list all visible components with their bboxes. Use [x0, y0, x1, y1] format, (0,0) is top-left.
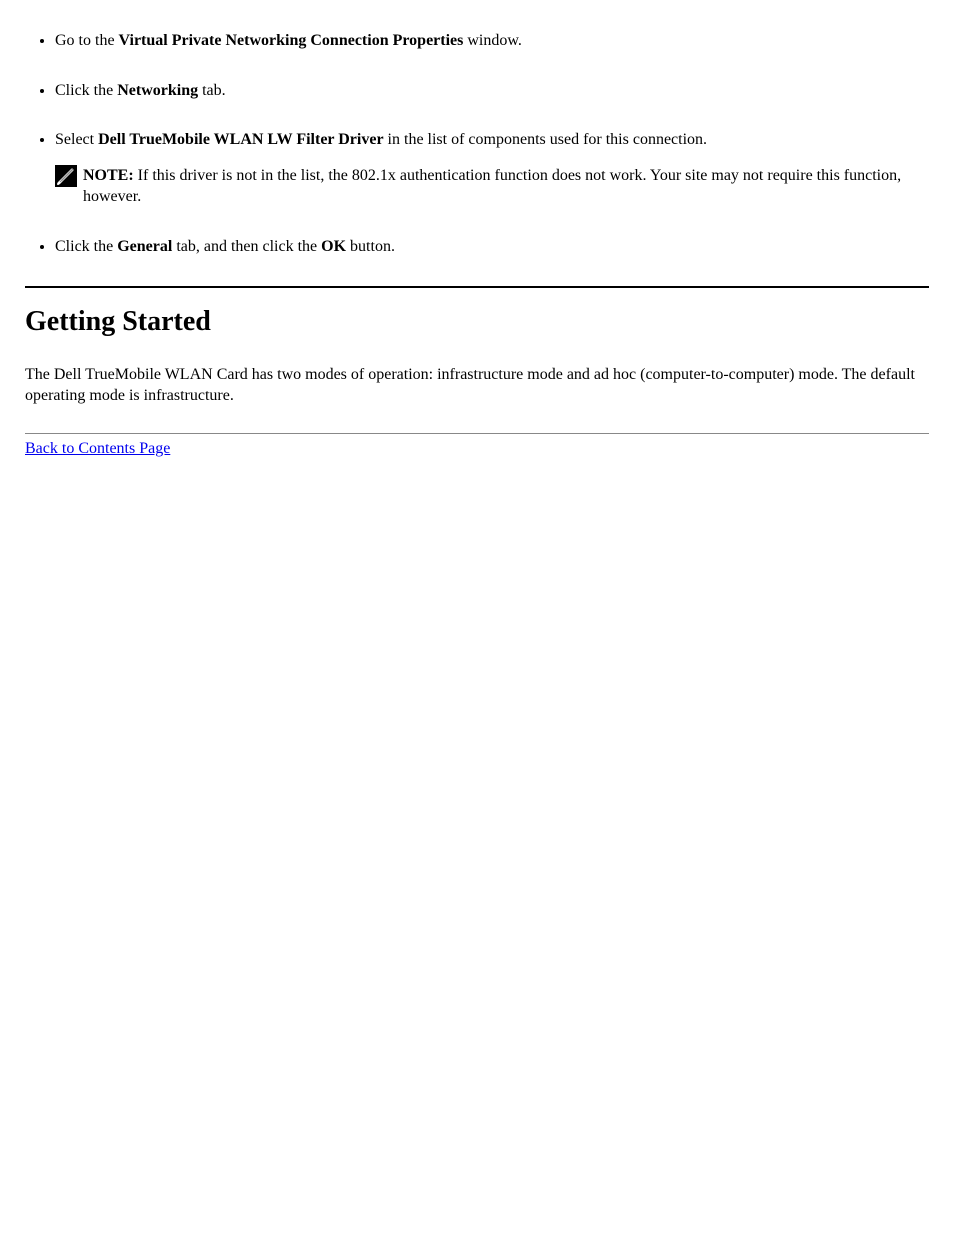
step-2-prefix: Click the	[55, 82, 117, 99]
step-3-suffix: in the list of components used for this …	[384, 131, 708, 148]
step-4-bold1: General	[117, 238, 172, 255]
step-1-suffix: window.	[463, 32, 522, 49]
step-4-prefix: Click the	[55, 238, 117, 255]
step-2-bold: Networking	[117, 82, 198, 99]
step-4: Click the General tab, and then click th…	[55, 236, 929, 258]
note-block: NOTE: If this driver is not in the list,…	[55, 165, 929, 208]
step-3-bold: Dell TrueMobile WLAN LW Filter Driver	[98, 131, 383, 148]
getting-started-heading: Getting Started	[25, 306, 929, 338]
step-3-prefix: Select	[55, 131, 98, 148]
step-2: Click the Networking tab.	[55, 80, 929, 102]
step-4-suffix: button.	[346, 238, 395, 255]
step-1: Go to the Virtual Private Networking Con…	[55, 30, 929, 52]
step-4-mid: tab, and then click the	[172, 238, 321, 255]
step-4-bold2: OK	[321, 238, 346, 255]
step-2-suffix: tab.	[198, 82, 226, 99]
note-body: If this driver is not in the list, the 8…	[83, 167, 901, 206]
note-label: NOTE:	[83, 167, 138, 184]
note-icon	[55, 165, 77, 187]
divider-thick	[25, 286, 929, 288]
page-root: Go to the Virtual Private Networking Con…	[0, 0, 954, 498]
step-1-bold: Virtual Private Networking Connection Pr…	[119, 32, 464, 49]
step-3: Select Dell TrueMobile WLAN LW Filter Dr…	[55, 129, 929, 208]
note-text: NOTE: If this driver is not in the list,…	[83, 165, 929, 208]
back-to-contents-link[interactable]: Back to Contents Page	[25, 440, 170, 457]
getting-started-paragraph: The Dell TrueMobile WLAN Card has two mo…	[25, 364, 929, 407]
divider-thin	[25, 433, 929, 434]
step-1-prefix: Go to the	[55, 32, 119, 49]
instruction-list: Go to the Virtual Private Networking Con…	[55, 30, 929, 258]
